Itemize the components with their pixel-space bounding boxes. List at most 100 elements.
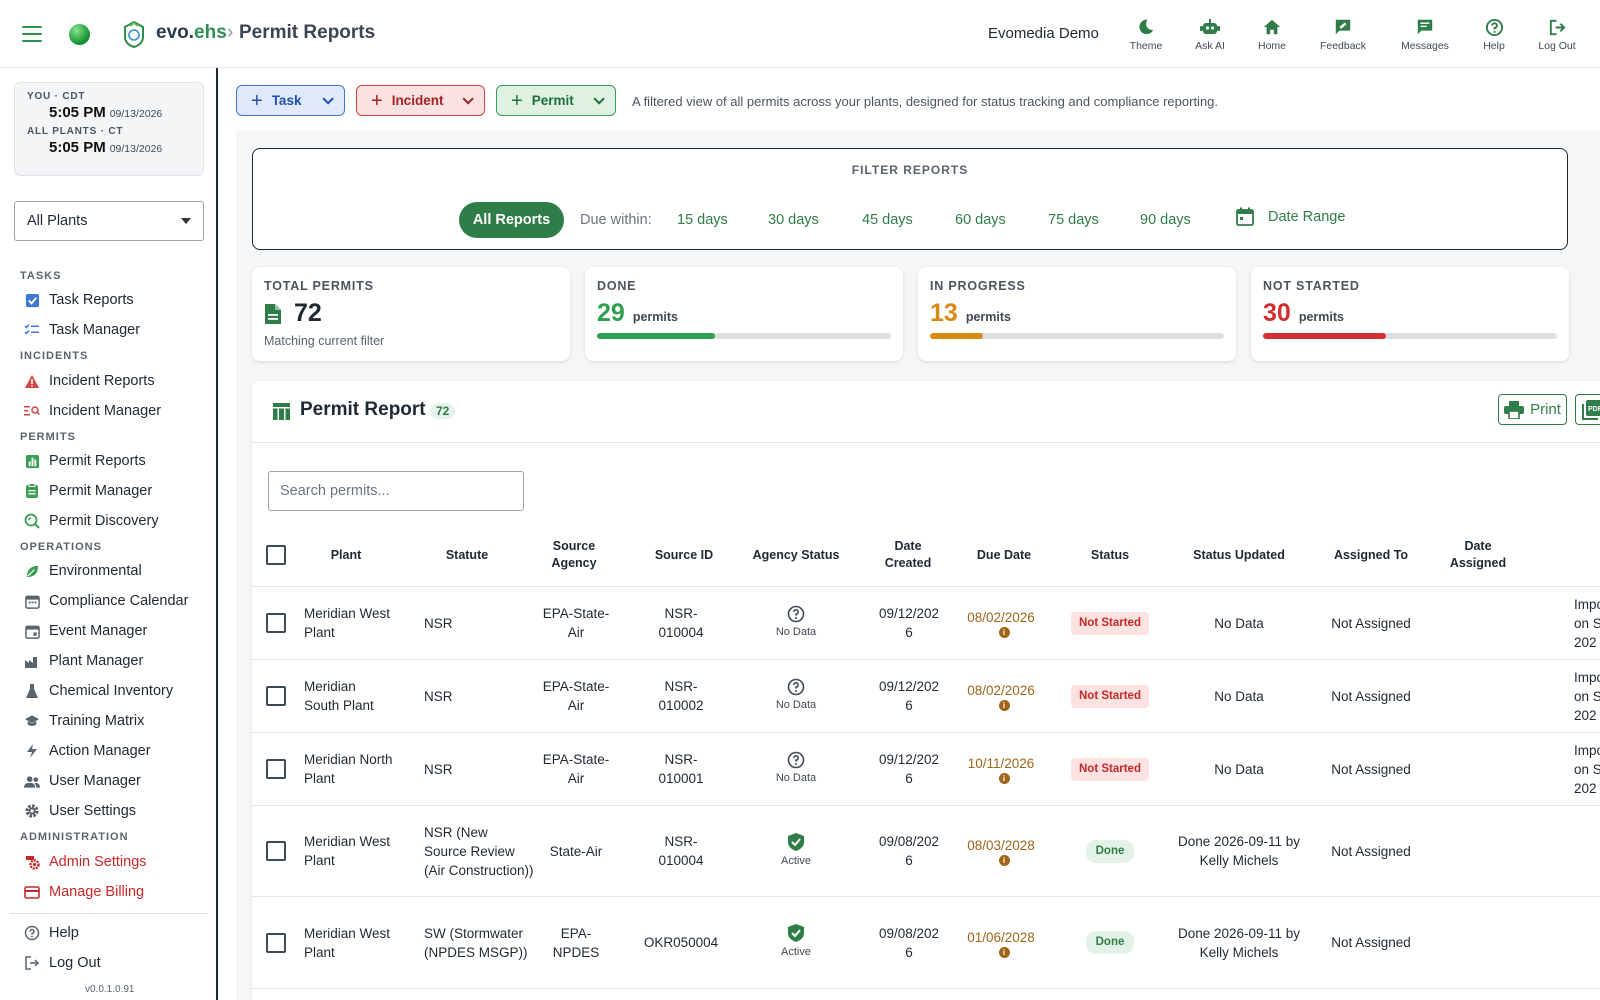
sidebar-item-admin-settings[interactable]: Admin Settings <box>24 849 147 875</box>
org-name[interactable]: Evomedia Demo <box>988 25 1099 42</box>
sidebar-item-incident-reports[interactable]: Incident Reports <box>24 368 155 394</box>
sidebar-item-compliance-calendar[interactable]: Compliance Calendar <box>24 588 188 614</box>
sidebar-item-task-reports[interactable]: Task Reports <box>24 287 134 313</box>
col-due-date[interactable]: Due Date <box>964 523 1044 587</box>
messages-button[interactable]: Messages <box>1393 18 1457 52</box>
info-icon[interactable]: i <box>998 855 1010 866</box>
plus-icon: + <box>251 89 263 112</box>
cell-plant: Meridian West Plant <box>304 925 391 960</box>
sidebar-item-action-manager[interactable]: Action Manager <box>24 738 151 764</box>
filter-title: FILTER REPORTS <box>851 163 969 177</box>
row-checkbox[interactable] <box>266 932 286 953</box>
filter-15-days[interactable]: 15 days <box>677 212 728 228</box>
due-within-label: Due within: <box>580 212 652 228</box>
plant-select[interactable]: All Plants <box>14 201 204 241</box>
row-select-cell <box>264 806 288 896</box>
your-date: 09/13/2026 <box>109 108 163 120</box>
row-checkbox[interactable] <box>266 613 286 633</box>
cell-statute: SW (Stormwater (NPDES MSGP)) <box>424 925 528 960</box>
row-checkbox[interactable] <box>266 841 286 861</box>
logout-button[interactable]: Log Out <box>1535 18 1579 52</box>
help-icon <box>1485 18 1503 37</box>
feedback-button[interactable]: Feedback <box>1313 18 1373 52</box>
menu-icon[interactable] <box>22 26 42 42</box>
cell-status: Not Started <box>1064 660 1156 732</box>
cell-source-id: OKR050004 <box>643 935 719 950</box>
col-plant[interactable]: Plant <box>300 523 392 587</box>
col-source-agency[interactable]: Source Agency <box>540 523 608 587</box>
table-row[interactable]: Meridian South Plant NSR EPA-State-Air NSR-… <box>252 660 1600 733</box>
svg-text:PDF: PDF <box>1588 406 1600 413</box>
row-checkbox[interactable] <box>266 686 286 706</box>
sidebar-item-help[interactable]: Help <box>24 920 79 946</box>
col-date-created[interactable]: Date Created <box>876 523 940 587</box>
not-started-fill <box>1263 333 1386 339</box>
col-statute[interactable]: Statute <box>412 523 522 587</box>
filter-60-days[interactable]: 60 days <box>955 212 1006 228</box>
filter-date-range[interactable]: Date Range <box>1236 207 1345 226</box>
cell-agency-status: Active <box>746 806 846 896</box>
search-permits-input[interactable] <box>268 471 524 511</box>
sidebar-item-log-out[interactable]: Log Out <box>24 950 101 976</box>
truncated-line: 202 <box>1574 780 1597 796</box>
sidebar-item-incident-manager[interactable]: Incident Manager <box>24 398 161 424</box>
theme-button[interactable]: Theme <box>1126 18 1166 52</box>
new-task-button[interactable]: + Task <box>236 85 345 116</box>
row-checkbox[interactable] <box>266 759 286 779</box>
info-icon[interactable]: i <box>998 700 1010 711</box>
evo-logo-icon <box>124 20 144 48</box>
filter-all-reports[interactable]: All Reports <box>459 202 564 238</box>
col-status[interactable]: Status <box>1064 523 1156 587</box>
col-date-assigned[interactable]: Date Assigned <box>1446 523 1510 587</box>
col-agency-status[interactable]: Agency Status <box>746 523 846 587</box>
info-icon[interactable]: i <box>998 946 1010 958</box>
table-row[interactable]: Meridian North Plant NSR EPA-State-Air NSR-… <box>252 733 1600 806</box>
sidebar-item-plant-manager[interactable]: Plant Manager <box>24 648 143 674</box>
cell-source-agency: EPA-State-Air <box>542 606 610 640</box>
cell-agency-status: No Data <box>746 733 846 805</box>
cell-statute: NSR <box>424 615 453 631</box>
table-row[interactable]: Meridian West Plant NSR (New Source Revie… <box>252 806 1600 897</box>
home-button[interactable]: Home <box>1252 18 1292 52</box>
app-version: v0.0.1.0.91 <box>85 984 135 995</box>
info-icon[interactable]: i <box>998 773 1010 784</box>
sidebar-item-manage-billing[interactable]: Manage Billing <box>24 879 144 905</box>
cell-date-created: 09/08/2026 <box>878 834 940 868</box>
status-badge: Done <box>1085 931 1135 954</box>
sidebar-item-task-manager[interactable]: Task Manager <box>24 317 140 343</box>
col-status-updated[interactable]: Status Updated <box>1174 523 1304 587</box>
sidebar-item-environmental[interactable]: Environmental <box>24 558 142 584</box>
calendar-icon <box>24 595 40 609</box>
graduation-cap-icon <box>24 715 40 726</box>
table-row[interactable]: Meridian West Plant SW (Stormwater (NPDES… <box>252 897 1600 989</box>
help-button[interactable]: Help <box>1474 18 1514 52</box>
sidebar-item-chemical-inventory[interactable]: Chemical Inventory <box>24 678 173 704</box>
breadcrumb-separator: › <box>227 22 234 43</box>
brand-name[interactable]: evo.ehs <box>156 22 227 44</box>
ask-ai-button[interactable]: Ask AI <box>1190 18 1230 52</box>
col-assigned-to[interactable]: Assigned To <box>1314 523 1428 587</box>
logout-outline-icon <box>25 956 40 970</box>
sidebar-item-event-manager[interactable]: Event Manager <box>24 618 147 644</box>
filter-75-days[interactable]: 75 days <box>1048 212 1099 228</box>
filter-90-days[interactable]: 90 days <box>1140 212 1191 228</box>
info-icon[interactable]: i <box>998 627 1010 638</box>
filter-45-days[interactable]: 45 days <box>862 212 913 228</box>
filter-30-days[interactable]: 30 days <box>768 212 819 228</box>
status-orb-icon[interactable] <box>69 24 90 45</box>
sidebar-item-user-manager[interactable]: User Manager <box>24 768 141 794</box>
new-incident-button[interactable]: + Incident <box>356 85 485 116</box>
sidebar-item-permit-reports[interactable]: Permit Reports <box>24 448 146 474</box>
sidebar-item-permit-discovery[interactable]: Permit Discovery <box>24 508 159 534</box>
print-button[interactable]: Print <box>1498 394 1567 425</box>
plants-timezone-label: ALL PLANTS · CT <box>27 126 124 137</box>
table-row[interactable]: Meridian West Plant NSR EPA-State-Air NSR-0… <box>252 587 1600 660</box>
cell-source-agency: EPA-State-Air <box>542 679 610 713</box>
sidebar-item-training-matrix[interactable]: Training Matrix <box>24 708 144 734</box>
pdf-export-button[interactable]: PDF <box>1575 394 1600 425</box>
col-source-id[interactable]: Source ID <box>638 523 730 587</box>
new-permit-button[interactable]: + Permit <box>496 85 616 116</box>
select-all-checkbox[interactable] <box>266 545 286 565</box>
sidebar-item-user-settings[interactable]: User Settings <box>24 798 136 824</box>
sidebar-item-permit-manager[interactable]: Permit Manager <box>24 478 152 504</box>
